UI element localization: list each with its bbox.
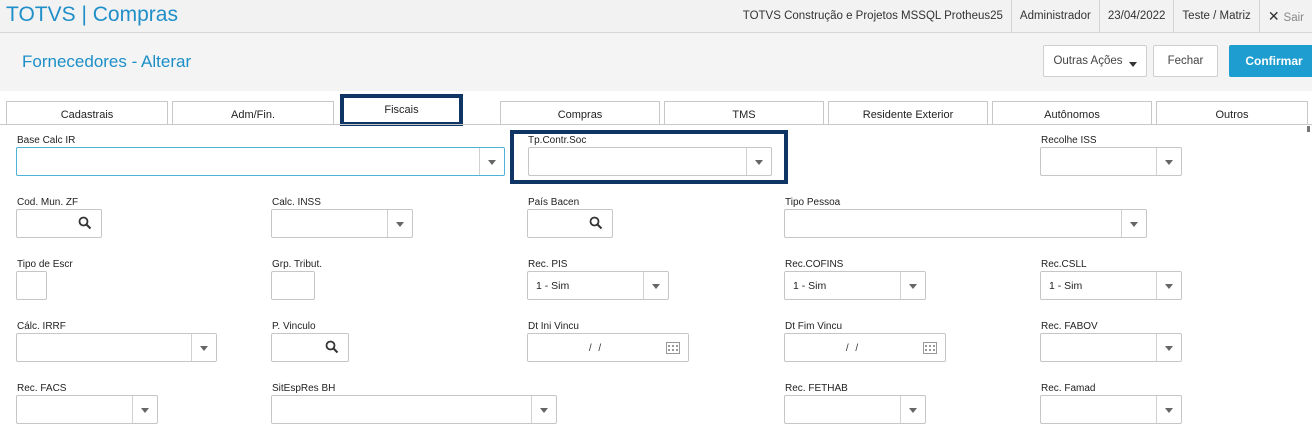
- tp-contr-soc-highlight: [510, 130, 788, 184]
- top-info: TOTVS Construção e Projetos MSSQL Prothe…: [735, 0, 1312, 32]
- pais-bacen-label: País Bacen: [528, 197, 580, 208]
- chevron-down-icon[interactable]: [1156, 396, 1181, 423]
- scrollbar[interactable]: [1307, 126, 1310, 132]
- chevron-down-icon[interactable]: [479, 148, 504, 175]
- rec-facs-select[interactable]: [16, 395, 158, 424]
- base-calc-ir-label: Base Calc IR: [17, 135, 76, 146]
- search-icon[interactable]: [589, 216, 603, 230]
- tab-adm-fin[interactable]: Adm/Fin.: [172, 101, 334, 125]
- rec-csll-select[interactable]: 1 - Sim: [1040, 271, 1182, 300]
- chevron-down-icon[interactable]: [1121, 210, 1146, 237]
- dt-ini-vincu-value: / /: [588, 343, 604, 354]
- user-label: Administrador: [1010, 0, 1099, 32]
- rec-pis-select[interactable]: 1 - Sim: [527, 271, 669, 300]
- rec-csll-value: 1 - Sim: [1049, 280, 1083, 292]
- chevron-down-icon[interactable]: [191, 334, 216, 361]
- recolhe-iss-label: Recolhe ISS: [1041, 135, 1097, 146]
- chevron-down-icon[interactable]: [900, 396, 925, 423]
- chevron-down-icon[interactable]: [900, 272, 925, 299]
- dt-fim-vincu-input[interactable]: / /: [784, 333, 946, 362]
- chevron-down-icon[interactable]: [643, 272, 668, 299]
- rec-facs-label: Rec. FACS: [17, 383, 67, 394]
- sitespres-bh-label: SitEspRes BH: [272, 383, 336, 394]
- rec-famad-select[interactable]: [1040, 395, 1182, 424]
- tab-residente-exterior[interactable]: Residente Exterior: [828, 101, 988, 125]
- chevron-down-icon[interactable]: [1156, 148, 1181, 175]
- calendar-icon[interactable]: [666, 342, 680, 354]
- logout-button[interactable]: ✕ Sair: [1258, 0, 1312, 32]
- grp-tribut-label: Grp. Tribut.: [272, 259, 323, 270]
- dt-ini-vincu-input[interactable]: / /: [527, 333, 689, 362]
- tab-outros[interactable]: Outros: [1156, 101, 1308, 125]
- rec-cofins-label: Rec.COFINS: [785, 259, 844, 270]
- calc-inss-select[interactable]: [271, 209, 413, 238]
- tab-compras[interactable]: Compras: [500, 101, 660, 125]
- chevron-down-icon[interactable]: [387, 210, 412, 237]
- chevron-down-icon: [1129, 62, 1137, 67]
- p-vinculo-label: P. Vinculo: [272, 321, 316, 332]
- rec-pis-value: 1 - Sim: [536, 280, 570, 292]
- rec-fabov-select[interactable]: [1040, 333, 1182, 362]
- tipo-escr-input[interactable]: [16, 271, 47, 300]
- tab-divider: [0, 124, 1312, 125]
- company-label[interactable]: Teste / Matriz: [1173, 0, 1258, 32]
- tab-autonomos[interactable]: Autônomos: [992, 101, 1152, 125]
- calc-inss-label: Calc. INSS: [272, 197, 321, 208]
- pais-bacen-input[interactable]: [527, 209, 613, 238]
- recolhe-iss-select[interactable]: [1040, 147, 1182, 176]
- chevron-down-icon[interactable]: [1156, 334, 1181, 361]
- rec-fethab-select[interactable]: [784, 395, 926, 424]
- rec-fethab-label: Rec. FETHAB: [785, 383, 848, 394]
- calendar-icon[interactable]: [923, 342, 937, 354]
- cod-mun-zf-label: Cod. Mun. ZF: [17, 197, 79, 208]
- page-title: Fornecedores - Alterar: [22, 52, 192, 71]
- tab-cadastrais[interactable]: Cadastrais: [6, 101, 168, 125]
- environment-label: TOTVS Construção e Projetos MSSQL Prothe…: [742, 10, 1003, 22]
- search-icon[interactable]: [78, 216, 92, 230]
- rec-cofins-value: 1 - Sim: [793, 280, 827, 292]
- outras-acoes-label: Outras Ações: [1053, 55, 1123, 67]
- page-header: Fornecedores - Alterar Outras Ações Fech…: [0, 33, 1312, 91]
- tab-tms[interactable]: TMS: [664, 101, 824, 125]
- calc-irrf-label: Cálc. IRRF: [17, 321, 66, 332]
- chevron-down-icon[interactable]: [1156, 272, 1181, 299]
- app-title: TOTVS | Compras: [6, 3, 178, 26]
- search-icon[interactable]: [325, 340, 339, 354]
- tipo-escr-label: Tipo de Escr: [17, 259, 73, 270]
- dt-ini-vincu-label: Dt Ini Vincu: [528, 321, 579, 332]
- p-vinculo-input[interactable]: [271, 333, 349, 362]
- chevron-down-icon[interactable]: [132, 396, 157, 423]
- calc-irrf-select[interactable]: [16, 333, 217, 362]
- dt-fim-vincu-value: / /: [845, 343, 861, 354]
- rec-pis-label: Rec. PIS: [528, 259, 568, 270]
- confirmar-button[interactable]: Confirmar: [1229, 45, 1312, 77]
- tab-fiscais[interactable]: Fiscais: [340, 94, 463, 126]
- rec-csll-label: Rec.CSLL: [1041, 259, 1087, 270]
- tab-bar: Cadastrais Adm/Fin. Fiscais Compras TMS …: [0, 91, 1312, 126]
- sitespres-bh-select[interactable]: [271, 395, 557, 424]
- top-bar: TOTVS | Compras TOTVS Construção e Proje…: [0, 0, 1312, 33]
- date-label: 23/04/2022: [1098, 0, 1174, 32]
- fechar-button[interactable]: Fechar: [1153, 45, 1218, 77]
- base-calc-ir-select[interactable]: [16, 147, 505, 176]
- tipo-pessoa-label: Tipo Pessoa: [785, 197, 841, 208]
- cod-mun-zf-input[interactable]: [16, 209, 102, 238]
- rec-famad-label: Rec. Famad: [1041, 383, 1096, 394]
- grp-tribut-input[interactable]: [271, 271, 315, 300]
- tipo-pessoa-select[interactable]: [784, 209, 1147, 238]
- rec-fabov-label: Rec. FABOV: [1041, 321, 1098, 332]
- rec-cofins-select[interactable]: 1 - Sim: [784, 271, 926, 300]
- outras-acoes-button[interactable]: Outras Ações: [1043, 45, 1147, 77]
- logout-label: Sair: [1283, 12, 1304, 24]
- dt-fim-vincu-label: Dt Fim Vincu: [785, 321, 843, 332]
- close-icon: ✕: [1267, 8, 1280, 24]
- chevron-down-icon[interactable]: [531, 396, 556, 423]
